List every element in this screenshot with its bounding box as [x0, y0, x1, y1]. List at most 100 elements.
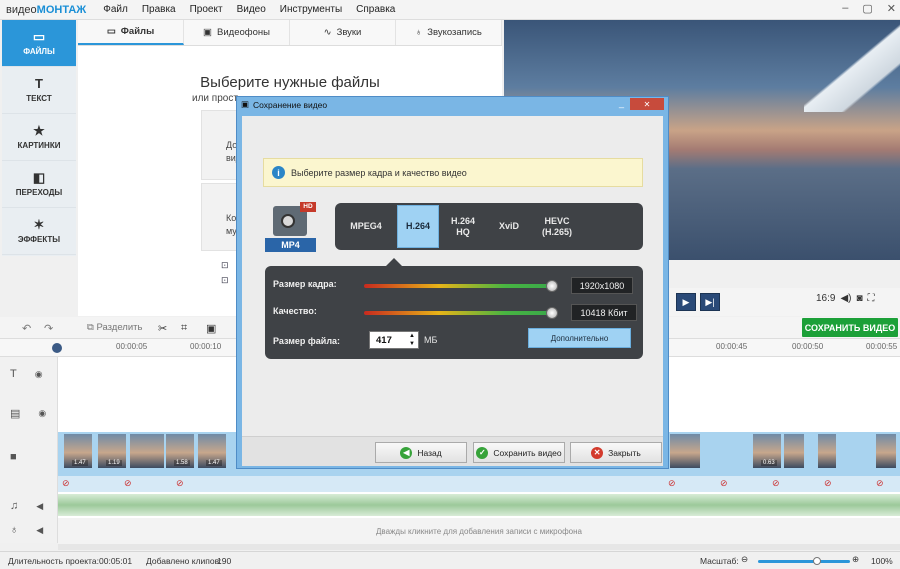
zoom-slider[interactable] — [758, 560, 850, 563]
frame-size-slider[interactable] — [364, 284, 552, 288]
next-button[interactable]: ▶| — [700, 293, 720, 311]
video-camera-icon: ■ — [10, 451, 17, 463]
tab-video-backgrounds[interactable]: ▣ Видеофоны — [184, 20, 290, 45]
back-button[interactable]: ◀ Назад — [375, 442, 467, 463]
transition-icon[interactable]: ⊘ — [824, 478, 832, 489]
info-icon: i — [272, 166, 285, 179]
transitions-track[interactable]: ⊘ ⊘ ⊘ ⊘ ⊘ ⊘ ⊘ ⊘ — [58, 476, 900, 492]
transition-icon[interactable]: ⊘ — [176, 478, 184, 489]
clips-count: 190 — [217, 556, 232, 566]
quality-slider-thumb[interactable] — [546, 307, 558, 319]
aspect-ratio-select[interactable]: 16:9 — [816, 293, 835, 304]
mic-hint: Дважды кликните для добавления записи с … — [376, 527, 582, 536]
zoom-out-icon[interactable]: ⊖ — [741, 554, 748, 565]
tab-label: Файлы — [120, 26, 155, 37]
close-label: Закрыть — [608, 447, 641, 458]
menu-tools[interactable]: Инструменты — [273, 4, 349, 15]
minimize-icon[interactable]: – — [842, 2, 848, 15]
play-button[interactable]: ▶ — [676, 293, 696, 311]
split-button[interactable]: ⧉ Разделить — [87, 322, 142, 333]
volume-icon[interactable]: ◀ — [36, 501, 43, 512]
clip-thumbnail[interactable]: 1.58 — [166, 434, 194, 468]
clip-thumbnail[interactable]: 1.47 — [64, 434, 92, 468]
quality-slider[interactable] — [364, 311, 552, 315]
menu-edit[interactable]: Правка — [135, 4, 183, 15]
menu-help[interactable]: Справка — [349, 4, 402, 15]
crop-icon[interactable]: ⌗ — [181, 322, 187, 335]
menu-project[interactable]: Проект — [183, 4, 230, 15]
transition-icon[interactable]: ⊘ — [668, 478, 676, 489]
add-video-card[interactable]: Довиде — [201, 110, 246, 180]
tab-label: Звукозапись — [427, 27, 482, 38]
clip-thumbnail[interactable]: 1.19 — [98, 434, 126, 468]
clip-thumbnail[interactable] — [818, 434, 836, 468]
transition-icon[interactable]: ⊘ — [720, 478, 728, 489]
transition-icon[interactable]: ⊘ — [772, 478, 780, 489]
undo-icon[interactable]: ↶ — [22, 322, 31, 335]
clip-thumbnail[interactable]: 1.47 — [198, 434, 226, 468]
volume-icon[interactable]: ◀ — [36, 525, 43, 536]
ruler-tick: 00:00:05 — [116, 342, 148, 351]
sidebar-item-effects[interactable]: ✶ ЭФФЕКТЫ — [2, 208, 76, 255]
transition-icon[interactable]: ⊘ — [124, 478, 132, 489]
clip-thumbnail[interactable] — [784, 434, 804, 468]
codec-option-xvid[interactable]: XviD — [487, 221, 531, 232]
clip-thumbnail[interactable]: 0.63 — [753, 434, 781, 468]
sidebar-item-transitions[interactable]: ◧ ПЕРЕХОДЫ — [2, 161, 76, 208]
visibility-icon[interactable]: ◉ — [38, 408, 46, 419]
advanced-button[interactable]: Дополнительно — [528, 328, 631, 348]
app-logo: видеоМОНТАЖ — [6, 3, 87, 16]
playhead[interactable] — [52, 343, 62, 353]
collections-card[interactable]: Кол му — [201, 183, 241, 251]
fullscreen-icon[interactable]: ⛶ — [868, 293, 875, 304]
music-track[interactable] — [58, 494, 900, 516]
tab-files[interactable]: ▭ Файлы — [78, 20, 184, 45]
redo-icon[interactable]: ↷ — [44, 322, 53, 335]
tab-recording[interactable]: ♁ Звукозапись — [396, 20, 502, 45]
stepper-arrows-icon[interactable]: ▲ ▼ — [409, 332, 415, 348]
menu-file[interactable]: Файл — [96, 4, 135, 15]
codec-option-mpeg4[interactable]: MPEG4 — [335, 221, 397, 232]
visibility-icon[interactable]: ◉ — [35, 369, 43, 380]
frame-icon[interactable]: ▣ — [206, 322, 216, 335]
clip-thumbnail[interactable] — [130, 434, 164, 468]
clip-thumbnail[interactable] — [876, 434, 896, 468]
frame-size-value: 1920x1080 — [571, 277, 633, 294]
dialog-close-icon[interactable]: ✕ — [630, 98, 664, 110]
camera-icon[interactable]: ◙ — [857, 293, 863, 304]
transition-icon[interactable]: ⊘ — [876, 478, 884, 489]
clip-thumbnail[interactable] — [670, 434, 700, 468]
file-size-stepper[interactable]: 417 ▲ ▼ — [369, 331, 419, 349]
codec-option-hevc[interactable]: HEVC (H.265) — [531, 216, 583, 238]
save-video-dialog-button[interactable]: ✓ Сохранить видео — [473, 442, 565, 463]
clip-duration: 1.58 — [174, 460, 190, 466]
mic-track[interactable]: Дважды кликните для добавления записи с … — [58, 518, 900, 544]
codec-option-h264[interactable]: H.264 — [397, 205, 439, 248]
dialog-titlebar: ▣ Сохранение видео — [237, 97, 668, 112]
menu-video[interactable]: Видео — [230, 4, 273, 15]
close-icon[interactable]: ✕ — [887, 2, 896, 15]
codec-option-h264-hq[interactable]: H.264 HQ — [439, 216, 487, 238]
sidebar-item-text[interactable]: T ТЕКСТ — [2, 67, 76, 114]
zoom-in-icon[interactable]: ⊕ — [852, 554, 859, 565]
airplane-wing — [804, 20, 900, 112]
maximize-icon[interactable]: ▢ — [862, 2, 872, 15]
clips-label: Добавлено клипов: — [146, 556, 222, 566]
scissors-icon[interactable]: ✂ — [158, 322, 167, 335]
timeline-scrollbar[interactable] — [58, 544, 900, 550]
sidebar-item-files[interactable]: ▭ ФАЙЛЫ — [2, 20, 76, 67]
file-size-unit: МБ — [424, 335, 438, 345]
tab-sounds[interactable]: ∿ Звуки — [290, 20, 396, 45]
sidebar-item-label: ТЕКСТ — [26, 94, 52, 103]
minimize-icon[interactable]: _ — [619, 98, 624, 110]
close-button[interactable]: ✕ Закрыть — [570, 442, 662, 463]
frame-size-slider-thumb[interactable] — [546, 280, 558, 292]
save-label: Сохранить видео — [493, 447, 562, 458]
transition-icon[interactable]: ⊘ — [62, 478, 70, 489]
volume-icon[interactable]: ◀) — [840, 293, 851, 304]
sidebar-item-pictures[interactable]: ★ КАРТИНКИ — [2, 114, 76, 161]
save-video-button[interactable]: СОХРАНИТЬ ВИДЕО — [802, 318, 898, 337]
zoom-slider-thumb[interactable] — [813, 557, 821, 565]
microphone-icon: ♁ — [10, 524, 19, 536]
clip-duration: 1.47 — [72, 460, 88, 466]
